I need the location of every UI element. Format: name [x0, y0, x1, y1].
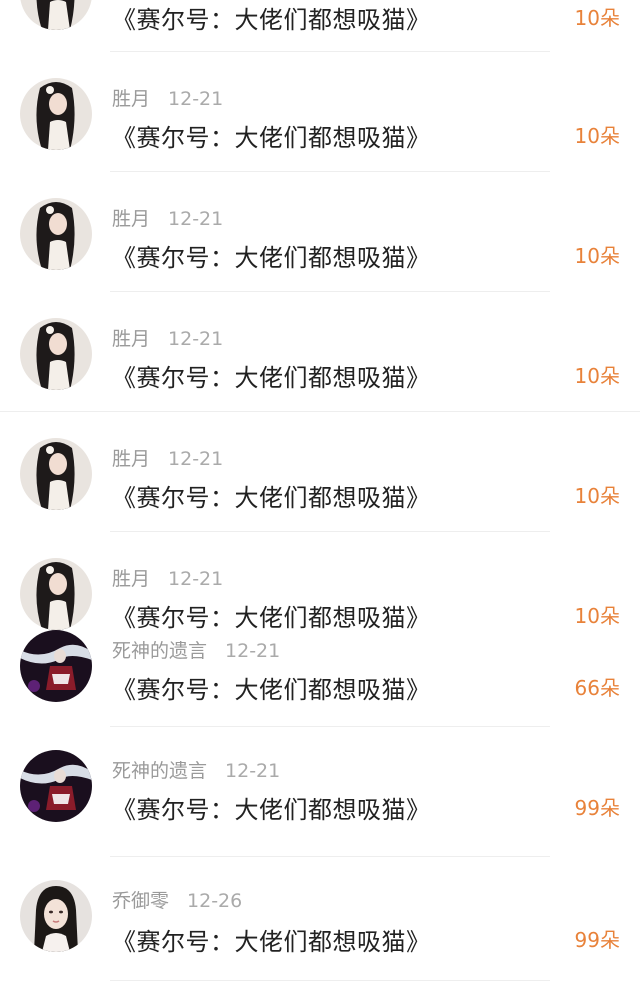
- item-title: 《赛尔号：大佬们都想吸猫》: [112, 928, 431, 956]
- girl-longhair-avatar[interactable]: [20, 78, 92, 150]
- item-amount: 10朵: [574, 484, 620, 508]
- item-title: 《赛尔号：大佬们都想吸猫》: [112, 364, 431, 392]
- item-date: 12-21: [168, 448, 224, 470]
- item-amount: 10朵: [574, 6, 620, 30]
- item-meta: 胜月 12-21: [112, 564, 223, 591]
- girl-longhair-avatar[interactable]: [20, 198, 92, 270]
- item-amount: 99朵: [574, 796, 620, 820]
- item-title: 《赛尔号：大佬们都想吸猫》: [112, 244, 431, 272]
- girl-longhair-avatar[interactable]: [20, 318, 92, 390]
- list-item[interactable]: 乔御零 12-26 《赛尔号：大佬们都想吸猫》 99朵: [0, 858, 640, 984]
- item-amount: 10朵: [574, 364, 620, 388]
- gift-list: 《赛尔号：大佬们都想吸猫》 10朵 胜月 12-21 《赛尔号：大佬们都想吸猫》 …: [0, 0, 640, 984]
- divider: [110, 980, 550, 981]
- item-date: 12-21: [225, 760, 281, 782]
- item-meta: 死神的遗言 12-21: [112, 756, 280, 783]
- list-item[interactable]: 胜月 12-21 《赛尔号：大佬们都想吸猫》 10朵: [0, 292, 640, 412]
- item-meta: 死神的遗言 12-21: [112, 636, 280, 663]
- item-title: 《赛尔号：大佬们都想吸猫》: [112, 6, 431, 34]
- anime-warrior-avatar[interactable]: [20, 630, 92, 702]
- girl-longhair-avatar[interactable]: [20, 438, 92, 510]
- girl-longhair-avatar[interactable]: [20, 0, 92, 30]
- user-name[interactable]: 胜月: [112, 208, 150, 230]
- item-amount: 10朵: [574, 244, 620, 268]
- item-meta: 胜月 12-21: [112, 204, 223, 231]
- anime-warrior-avatar[interactable]: [20, 750, 92, 822]
- list-item[interactable]: 《赛尔号：大佬们都想吸猫》 10朵: [0, 0, 640, 52]
- item-title: 《赛尔号：大佬们都想吸猫》: [112, 676, 431, 704]
- user-name[interactable]: 胜月: [112, 88, 150, 110]
- item-meta: 胜月 12-21: [112, 444, 223, 471]
- girl-longhair-avatar[interactable]: [20, 558, 92, 630]
- item-amount: 66朵: [574, 676, 620, 700]
- user-name[interactable]: 死神的遗言: [112, 760, 207, 782]
- divider: [110, 726, 550, 727]
- item-date: 12-21: [168, 88, 224, 110]
- list-item[interactable]: 胜月 12-21 《赛尔号：大佬们都想吸猫》 10朵: [0, 412, 640, 532]
- user-name[interactable]: 死神的遗言: [112, 640, 207, 662]
- item-title: 《赛尔号：大佬们都想吸猫》: [112, 124, 431, 152]
- divider: [110, 856, 550, 857]
- user-name[interactable]: 胜月: [112, 328, 150, 350]
- item-date: 12-26: [187, 890, 243, 912]
- item-date: 12-21: [168, 328, 224, 350]
- item-title: 《赛尔号：大佬们都想吸猫》: [112, 484, 431, 512]
- item-title: 《赛尔号：大佬们都想吸猫》: [112, 796, 431, 824]
- list-item[interactable]: 胜月 12-21 《赛尔号：大佬们都想吸猫》 10朵: [0, 172, 640, 292]
- item-meta: 乔御零 12-26: [112, 886, 242, 913]
- item-amount: 99朵: [574, 928, 620, 952]
- item-date: 12-21: [168, 208, 224, 230]
- user-name[interactable]: 胜月: [112, 568, 150, 590]
- item-meta: 胜月 12-21: [112, 324, 223, 351]
- list-item[interactable]: 死神的遗言 12-21 《赛尔号：大佬们都想吸猫》 66朵: [0, 622, 640, 728]
- list-item[interactable]: 胜月 12-21 《赛尔号：大佬们都想吸猫》 10朵: [0, 52, 640, 172]
- item-meta: 胜月 12-21: [112, 84, 223, 111]
- portrait-girl-avatar[interactable]: [20, 880, 92, 952]
- item-date: 12-21: [225, 640, 281, 662]
- list-item[interactable]: 死神的遗言 12-21 《赛尔号：大佬们都想吸猫》 99朵: [0, 728, 640, 858]
- user-name[interactable]: 乔御零: [112, 890, 169, 912]
- list-item[interactable]: 胜月 12-21 《赛尔号：大佬们都想吸猫》 10朵: [0, 532, 640, 632]
- user-name[interactable]: 胜月: [112, 448, 150, 470]
- item-amount: 10朵: [574, 124, 620, 148]
- item-date: 12-21: [168, 568, 224, 590]
